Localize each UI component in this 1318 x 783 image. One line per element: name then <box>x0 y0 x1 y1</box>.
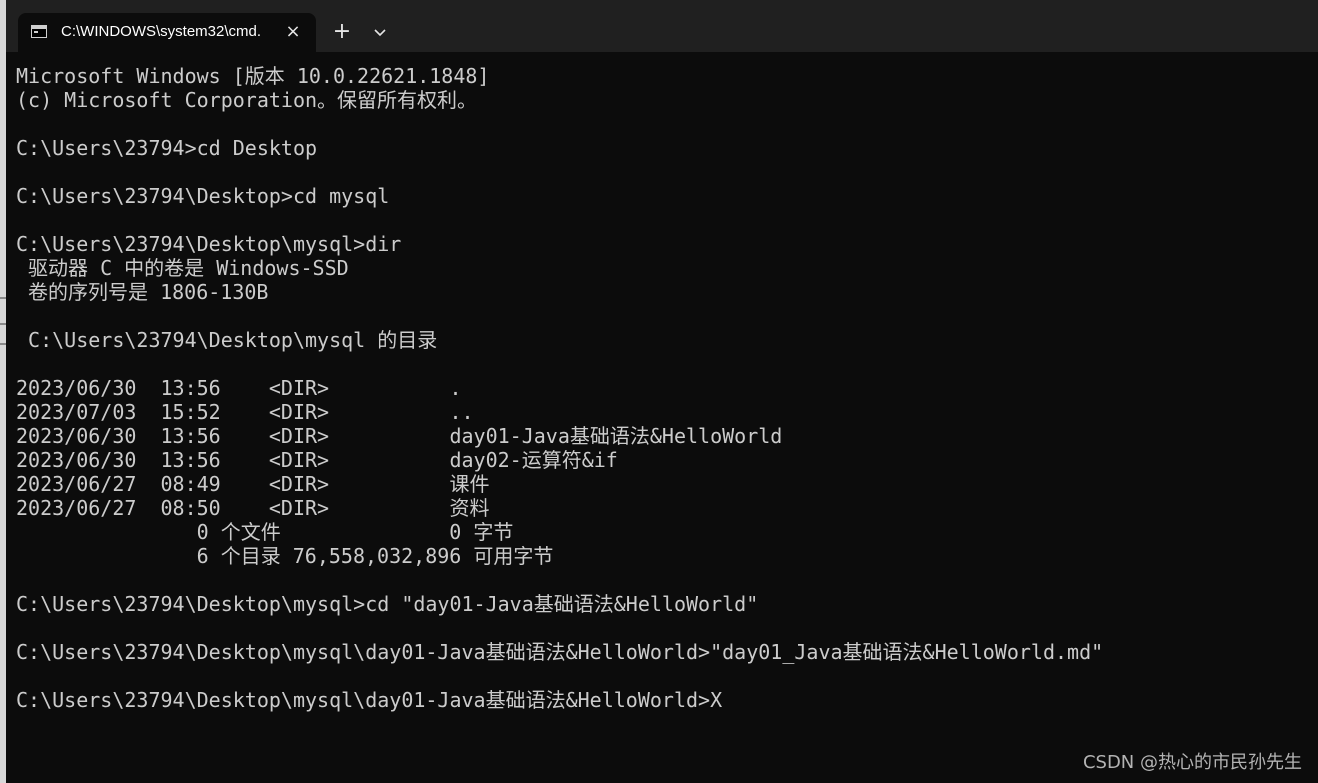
watermark: CSDN @热心的市民孙先生 <box>1082 752 1302 773</box>
terminal-line: 2023/07/03 15:52 <DIR> .. <box>16 400 474 424</box>
terminal-line: C:\Users\23794\Desktop\mysql\day01-Java基… <box>16 640 1104 664</box>
terminal-line: 2023/06/27 08:49 <DIR> 课件 <box>16 472 490 496</box>
terminal-line: 6 个目录 76,558,032,896 可用字节 <box>16 544 554 568</box>
title-bar: C:\WINDOWS\system32\cmd. × + <box>6 0 1318 52</box>
terminal-line: C:\Users\23794\Desktop\mysql>dir <box>16 232 402 256</box>
terminal-tab[interactable]: C:\WINDOWS\system32\cmd. × <box>18 13 316 52</box>
terminal-line: 0 个文件 0 字节 <box>16 520 514 544</box>
left-window-edge <box>0 0 6 783</box>
new-tab-button[interactable]: + <box>328 17 356 47</box>
terminal-line: C:\Users\23794\Desktop\mysql 的目录 <box>16 328 438 352</box>
chevron-down-icon <box>374 29 386 37</box>
terminal-line: 驱动器 C 中的卷是 Windows-SSD <box>16 256 349 280</box>
edge-mark <box>0 297 6 299</box>
terminal-line: C:\Users\23794>cd Desktop <box>16 136 318 160</box>
terminal-line: C:\Users\23794\Desktop>cd mysql <box>16 184 390 208</box>
close-tab-button[interactable]: × <box>281 20 305 44</box>
edge-mark <box>0 343 6 345</box>
terminal-line: 卷的序列号是 1806-130B <box>16 280 269 304</box>
terminal-line: C:\Users\23794\Desktop\mysql\day01-Java基… <box>16 688 723 712</box>
terminal-line: 2023/06/30 13:56 <DIR> day02-运算符&if <box>16 448 618 472</box>
terminal-line: Microsoft Windows [版本 10.0.22621.1848] <box>16 64 490 88</box>
terminal-output[interactable]: Microsoft Windows [版本 10.0.22621.1848] (c… <box>16 64 1306 764</box>
cmd-icon <box>31 25 47 38</box>
terminal-line: 2023/06/30 13:56 <DIR> . <box>16 376 462 400</box>
tab-dropdown-button[interactable] <box>368 19 392 47</box>
terminal-window: C:\WINDOWS\system32\cmd. × + Microsoft W… <box>0 0 1318 783</box>
terminal-line: 2023/06/30 13:56 <DIR> day01-Java基础语法&He… <box>16 424 783 448</box>
tab-title: C:\WINDOWS\system32\cmd. <box>61 23 262 40</box>
terminal-line: 2023/06/27 08:50 <DIR> 资料 <box>16 496 490 520</box>
terminal-line: (c) Microsoft Corporation。保留所有权利。 <box>16 88 478 112</box>
terminal-line: C:\Users\23794\Desktop\mysql>cd "day01-J… <box>16 592 759 616</box>
edge-mark <box>0 323 6 325</box>
